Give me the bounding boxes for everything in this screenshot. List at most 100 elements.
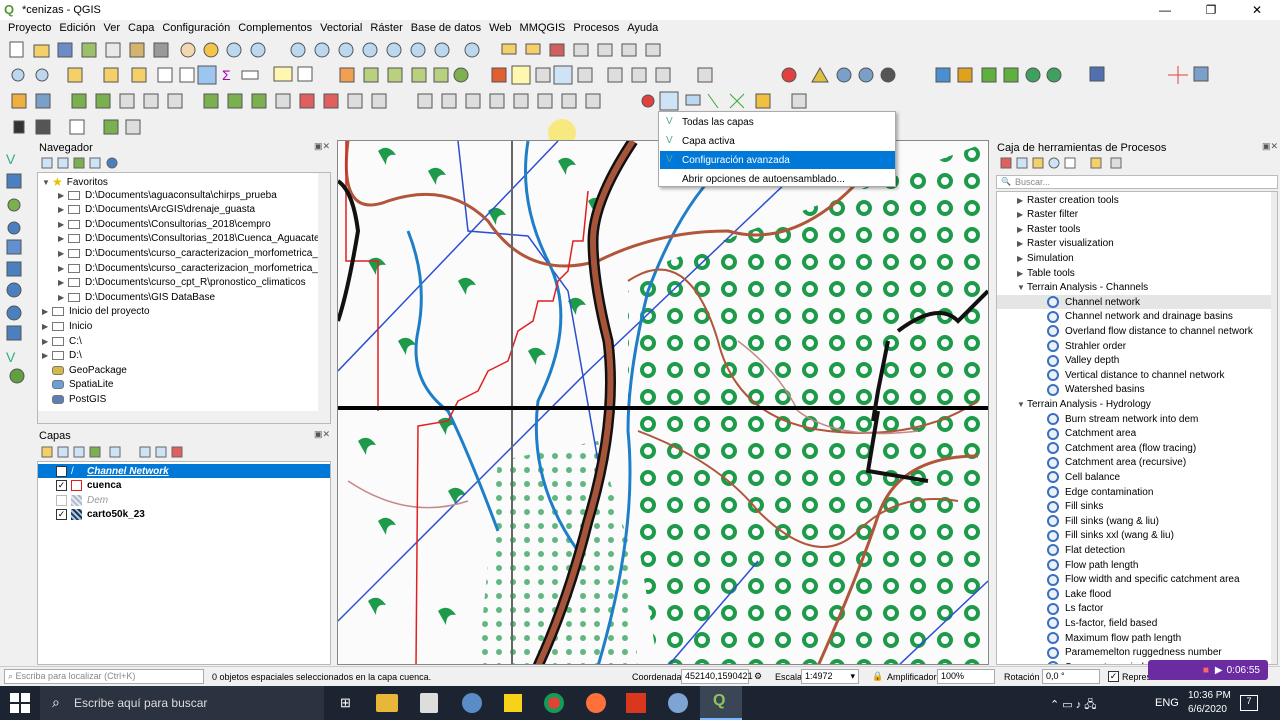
processing-algorithm[interactable]: Maximum flow path length — [997, 631, 1273, 645]
lock-icon[interactable]: 🔒 — [872, 671, 883, 682]
navigator-scrollbar[interactable] — [318, 173, 330, 423]
expand-right-icon[interactable]: ▶ — [1017, 269, 1027, 278]
processing-algorithm[interactable]: Catchment area (flow tracing) — [997, 441, 1273, 455]
layer-row[interactable]: ✓ cuenca — [38, 479, 330, 493]
maximize-button[interactable]: ❐ — [1188, 0, 1234, 20]
layer-visibility-checkbox[interactable]: ✓ — [56, 509, 67, 521]
layer-row[interactable]: ✓ carto50k_23 — [38, 508, 330, 522]
menu-configuracion[interactable]: Configuración — [158, 22, 234, 34]
chrome-icon[interactable] — [544, 693, 564, 713]
toolbar-icons-row-1[interactable] — [8, 39, 688, 63]
menu-ver[interactable]: Ver — [100, 22, 125, 34]
render-checkbox[interactable]: ✓ — [1108, 671, 1119, 682]
qgis-task-icon[interactable]: Q — [700, 686, 742, 720]
processing-algorithm[interactable]: Valley depth — [997, 354, 1273, 368]
record-stop-icon[interactable]: ■ — [1203, 665, 1209, 676]
layer-row[interactable]: ✓ / Channel Network — [38, 464, 330, 478]
menu-mmqgis[interactable]: MMQGIS — [516, 22, 570, 34]
taskbar-search[interactable]: ⌕ Escribe aquí para buscar — [40, 686, 324, 720]
navigator-toolbar-icons[interactable] — [39, 155, 129, 171]
processing-algorithm[interactable]: Ls factor — [997, 602, 1273, 616]
toolbar-icons-row-3[interactable] — [8, 89, 828, 113]
navigator-item[interactable]: ▶ D:\ — [42, 350, 82, 361]
expand-right-icon[interactable]: ▶ — [58, 249, 68, 258]
processing-group[interactable]: ▶ Table tools — [997, 266, 1273, 280]
menu-complementos[interactable]: Complementos — [234, 22, 316, 34]
processing-group[interactable]: ▼ Terrain Analysis - Channels — [997, 281, 1273, 295]
clock-time[interactable]: 10:36 PM — [1188, 690, 1231, 701]
navigator-item[interactable]: ▶ D:\Documents\curso_cpt_R\pronostico_cli… — [58, 277, 306, 288]
processing-algorithm[interactable]: Flat detection — [997, 543, 1273, 557]
layer-visibility-checkbox[interactable] — [56, 494, 67, 506]
snapping-menu-item[interactable]: Abrir opciones de autoensamblado... — [660, 170, 895, 188]
navigator-item[interactable]: PostGIS — [42, 394, 106, 405]
toolbar-icons-row-4[interactable] — [8, 115, 158, 139]
expand-down-icon[interactable]: ▼ — [42, 178, 52, 187]
processing-toolbar-icons[interactable] — [998, 155, 1128, 171]
play-icon[interactable]: ▶ — [1215, 665, 1223, 676]
navigator-item[interactable]: ▶ D:\Documents\Consultorias_2018\Cuenca_A… — [58, 233, 320, 244]
navigator-item[interactable]: ▶ D:\Documents\GIS DataBase — [58, 292, 215, 303]
expand-right-icon[interactable]: ▶ — [1017, 196, 1027, 205]
navigator-item[interactable]: ▶ C:\ — [42, 336, 82, 347]
sticky-notes-icon[interactable] — [504, 694, 522, 712]
expand-down-icon[interactable]: ▼ — [1017, 400, 1027, 409]
navigator-item[interactable]: ▶ D:\Documents\aguaconsulta\chirps_prueba — [58, 190, 277, 201]
processing-search-input[interactable]: 🔍 Buscar... — [996, 175, 1278, 189]
expand-right-icon[interactable]: ▶ — [42, 307, 52, 316]
processing-algorithm[interactable]: Edge contamination — [997, 485, 1273, 499]
navigator-item[interactable]: ▼ ★ Favoritos — [42, 175, 108, 189]
processing-group[interactable]: ▶ Raster creation tools — [997, 193, 1273, 207]
processing-algorithm[interactable]: Fill sinks — [997, 500, 1273, 514]
navigator-item[interactable]: ▶ D:\Documents\curso_caracterizacion_morf… — [58, 248, 318, 259]
snapping-menu-item[interactable]: V Todas las capas — [660, 113, 895, 131]
clock-date[interactable]: 6/6/2020 — [1188, 704, 1227, 715]
processing-group[interactable]: ▶ Raster visualization — [997, 237, 1273, 251]
navigator-item[interactable]: ▶ Inicio del proyecto — [42, 306, 150, 317]
left-toolbar-icons[interactable]: V V — [0, 148, 34, 398]
processing-algorithm[interactable]: Strahler order — [997, 339, 1273, 353]
firefox-icon[interactable] — [586, 693, 606, 713]
snapping-menu-item[interactable]: V Configuración avanzada — [660, 151, 895, 169]
expand-right-icon[interactable]: ▶ — [1017, 254, 1027, 263]
app-icon-1[interactable] — [462, 693, 482, 713]
processing-algorithm[interactable]: Lake flood — [997, 587, 1273, 601]
processing-algorithm[interactable]: Flow width and specific catchment area — [997, 573, 1273, 587]
file-explorer-icon[interactable] — [376, 694, 398, 712]
snapping-menu-item[interactable]: V Capa activa — [660, 132, 895, 150]
close-button[interactable]: ✕ — [1234, 0, 1280, 20]
layer-visibility-checkbox[interactable]: ✓ — [56, 465, 67, 477]
processing-group[interactable]: ▶ Raster filter — [997, 208, 1273, 222]
processing-algorithm[interactable]: Catchment area — [997, 427, 1273, 441]
menu-web[interactable]: Web — [485, 22, 515, 34]
processing-algorithm[interactable]: Catchment area (recursive) — [997, 456, 1273, 470]
processing-algorithm[interactable]: Channel network and drainage basins — [997, 310, 1273, 324]
rotation-spinbox[interactable]: 0,0 ° — [1042, 669, 1100, 684]
notifications-icon[interactable]: 7 — [1240, 695, 1258, 711]
navigator-close-icon[interactable]: ▣✕ — [314, 141, 330, 152]
processing-algorithm[interactable]: Fill sinks (wang & liu) — [997, 514, 1273, 528]
expand-right-icon[interactable]: ▶ — [42, 337, 52, 346]
processing-algorithm[interactable]: Overland flow distance to channel networ… — [997, 324, 1273, 338]
menu-edicion[interactable]: Edición — [55, 22, 99, 34]
magnifier-spinbox[interactable]: 100% — [937, 669, 995, 684]
layer-row[interactable]: Dem — [38, 493, 330, 507]
layers-toolbar-icons[interactable] — [39, 444, 189, 460]
processing-algorithm[interactable]: Channel network — [997, 295, 1273, 310]
menu-proyecto[interactable]: Proyecto — [4, 22, 55, 34]
expand-right-icon[interactable]: ▶ — [1017, 239, 1027, 248]
menu-raster[interactable]: Ráster — [366, 22, 406, 34]
expand-right-icon[interactable]: ▶ — [58, 234, 68, 243]
extent-toggle-icon[interactable]: ⚙ — [754, 671, 762, 682]
minimize-button[interactable]: — — [1142, 0, 1188, 20]
layers-close-icon[interactable]: ▣✕ — [314, 429, 330, 440]
processing-close-icon[interactable]: ▣✕ — [1262, 141, 1278, 152]
rstudio-icon[interactable] — [668, 693, 688, 713]
menu-capa[interactable]: Capa — [124, 22, 158, 34]
expand-right-icon[interactable]: ▶ — [58, 278, 68, 287]
toolbar-icons-row-2[interactable]: Σ — [8, 63, 1228, 87]
map-canvas[interactable] — [337, 140, 989, 665]
layer-visibility-checkbox[interactable]: ✓ — [56, 480, 67, 492]
expand-down-icon[interactable]: ▼ — [1017, 283, 1027, 292]
processing-algorithm[interactable]: Flow path length — [997, 558, 1273, 572]
